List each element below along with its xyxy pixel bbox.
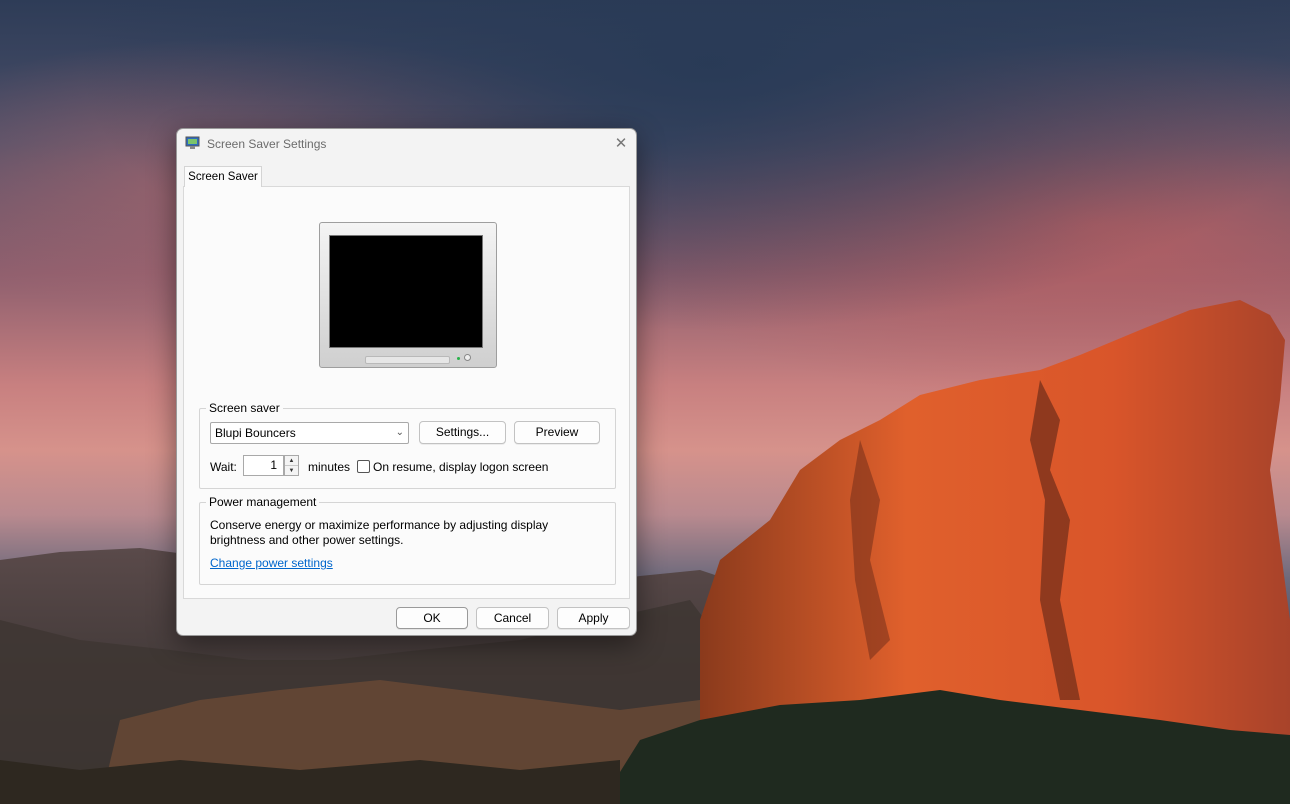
wait-spinner: ▲ ▼ — [284, 455, 299, 476]
wait-minutes-input[interactable]: 1 — [243, 455, 284, 476]
power-management-group-label: Power management — [206, 495, 320, 509]
monitor-preview — [319, 222, 497, 368]
spin-down-arrow-icon[interactable]: ▼ — [285, 466, 298, 476]
screen-saver-group: Screen saver Blupi Bouncers ⌄ Settings..… — [199, 401, 616, 489]
title-bar[interactable]: Screen Saver Settings ✕ — [177, 129, 636, 159]
power-description-line2: brightness and other power settings. — [210, 533, 404, 547]
minutes-label: minutes — [308, 460, 351, 474]
wait-label: Wait: — [210, 460, 237, 474]
resume-logon-label[interactable]: On resume, display logon screen — [373, 460, 548, 474]
screen-saver-group-label: Screen saver — [206, 401, 283, 415]
power-management-group: Power management Conserve energy or maxi… — [199, 495, 616, 585]
screen-saver-selected-value: Blupi Bouncers — [215, 426, 296, 440]
close-icon[interactable]: ✕ — [606, 129, 636, 157]
resume-logon-checkbox[interactable] — [357, 460, 370, 473]
power-description-line1: Conserve energy or maximize performance … — [210, 518, 549, 532]
power-led-icon — [457, 357, 460, 360]
preview-button[interactable]: Preview — [514, 421, 600, 444]
settings-button[interactable]: Settings... — [419, 421, 506, 444]
chevron-down-icon: ⌄ — [395, 427, 404, 438]
apply-button[interactable]: Apply — [557, 607, 630, 629]
monitor-stand-bar — [365, 356, 450, 364]
power-knob-icon — [464, 354, 471, 361]
screen-saver-select[interactable]: Blupi Bouncers ⌄ — [210, 422, 409, 444]
preview-screen — [329, 235, 483, 348]
screen-saver-monitor-icon — [185, 136, 200, 149]
change-power-settings-link[interactable]: Change power settings — [210, 556, 333, 570]
window-title: Screen Saver Settings — [207, 137, 327, 151]
tab-screen-saver[interactable]: Screen Saver — [184, 166, 262, 187]
spin-up-arrow-icon[interactable]: ▲ — [285, 456, 298, 466]
tab-panel: Screen saver Blupi Bouncers ⌄ Settings..… — [183, 186, 630, 599]
screen-saver-settings-dialog: Screen Saver Settings ✕ Screen Saver Scr… — [176, 128, 637, 636]
cancel-button[interactable]: Cancel — [476, 607, 549, 629]
ok-button[interactable]: OK — [396, 607, 468, 629]
